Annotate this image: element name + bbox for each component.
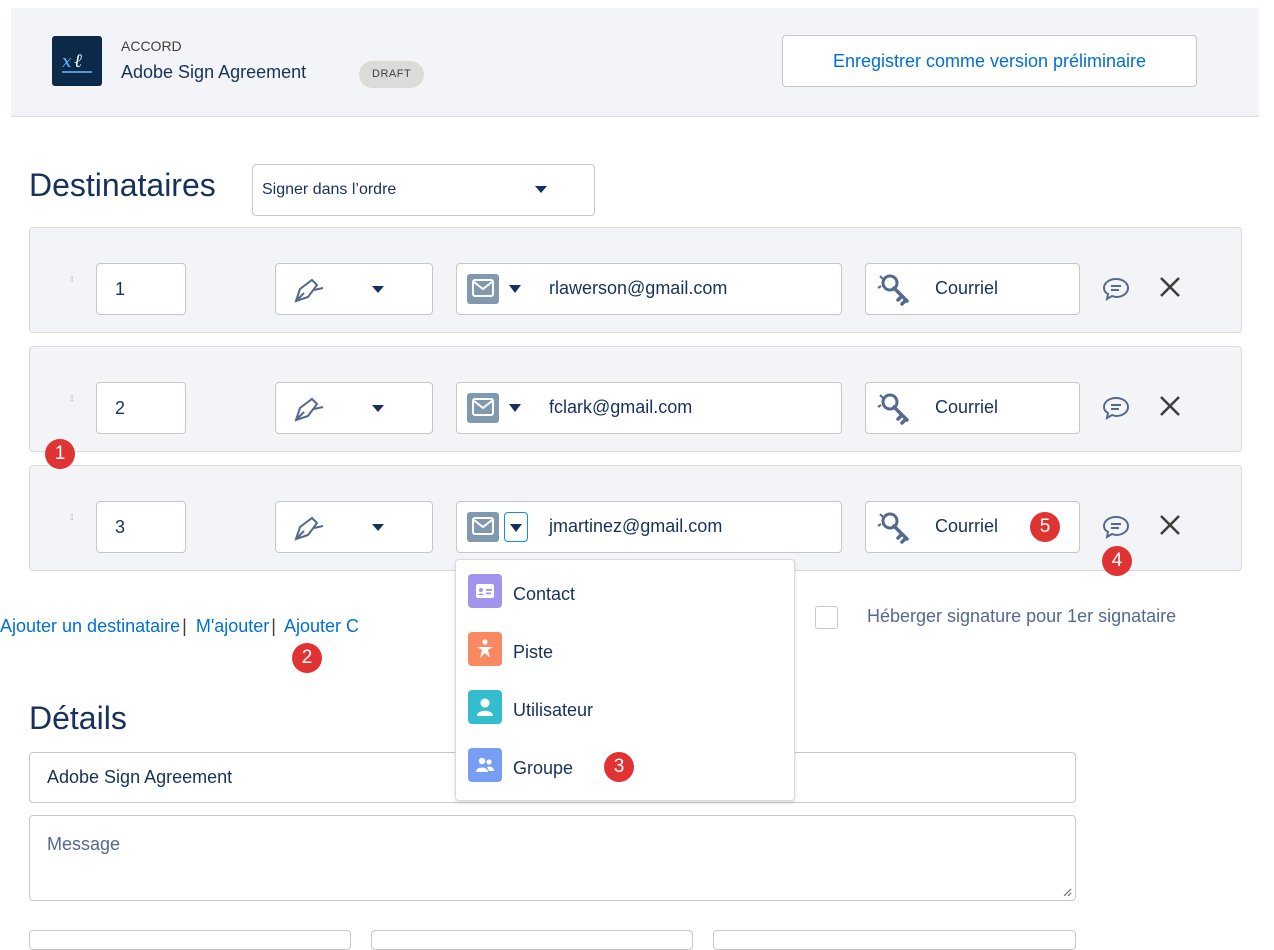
message-textarea[interactable]: Message (29, 815, 1076, 901)
signer-pen-icon (294, 516, 324, 541)
recipient-role-select[interactable] (275, 263, 433, 315)
recipient-email-field[interactable]: jmartinez@gmail.com (456, 501, 842, 553)
recipient-row: ⁞⁞ 2 fclark@gmail.com Courriel (29, 346, 1242, 452)
chevron-down-icon (535, 186, 547, 193)
menu-item-contact[interactable]: Contact (456, 564, 794, 620)
signing-order-value: Signer dans l’ordre (262, 181, 397, 198)
menu-item-lead[interactable]: Piste (456, 622, 794, 678)
lead-person-icon (468, 632, 502, 666)
status-badge: DRAFT (359, 61, 425, 88)
drag-handle-icon[interactable]: ⁞⁞ (70, 395, 74, 403)
recipient-order-input[interactable]: 2 (96, 382, 186, 434)
private-message-icon[interactable] (1102, 395, 1130, 421)
message-placeholder: Message (47, 834, 121, 854)
link-separator: | (182, 616, 187, 636)
caret-down-icon (510, 524, 522, 532)
recipient-actions: Ajouter un destinataire | M'ajouter | Ajou… (0, 616, 359, 637)
signing-order-select[interactable]: Signer dans l’ordre (252, 164, 595, 216)
recipient-email-field[interactable]: fclark@gmail.com (456, 382, 842, 434)
authentication-value: Courriel (935, 278, 999, 298)
callout-marker: 3 (604, 752, 634, 782)
group-icon (468, 748, 502, 782)
private-message-icon[interactable] (1102, 276, 1130, 302)
recipient-type-dropdown[interactable] (504, 393, 528, 423)
form-field[interactable] (713, 930, 1076, 950)
svg-text:ℓ: ℓ (74, 50, 82, 72)
recipient-row: ⁞⁞ 1 rlawerson@gmail.com Courriel (29, 227, 1242, 333)
callout-marker: 4 (1102, 546, 1132, 576)
menu-item-label: Contact (513, 584, 576, 604)
authentication-select[interactable]: Courriel (865, 382, 1080, 434)
drag-handle-icon[interactable]: ⁞⁞ (70, 514, 74, 522)
recipient-type-dropdown[interactable] (504, 512, 528, 542)
authentication-value: Courriel (935, 397, 999, 417)
menu-item-label: Piste (513, 642, 554, 662)
authentication-select[interactable]: Courriel (865, 263, 1080, 315)
caret-down-icon (509, 285, 521, 293)
user-icon (468, 690, 502, 724)
key-icon (877, 512, 909, 544)
contact-card-icon (468, 574, 502, 608)
remove-recipient-icon[interactable] (1157, 512, 1183, 538)
menu-item-user[interactable]: Utilisateur (456, 680, 794, 736)
adobe-sign-logo: x ℓ (52, 36, 102, 86)
recipient-email: rlawerson@gmail.com (549, 278, 728, 298)
caret-down-icon (509, 404, 521, 412)
resize-handle-icon[interactable] (1062, 887, 1072, 897)
private-message-icon[interactable] (1102, 514, 1130, 540)
save-draft-button[interactable]: Enregistrer comme version préliminaire (782, 35, 1197, 87)
callout-marker: 2 (292, 643, 322, 673)
recipient-order-input[interactable]: 3 (96, 501, 186, 553)
details-section-title: Détails (29, 700, 127, 737)
agreement-title: Adobe Sign Agreement (121, 62, 307, 82)
chevron-down-icon (372, 405, 384, 412)
authentication-value: Courriel (935, 516, 999, 536)
recipient-order-input[interactable]: 1 (96, 263, 186, 315)
recipient-role-select[interactable] (275, 382, 433, 434)
form-field[interactable] (29, 930, 351, 950)
signer-pen-icon (294, 397, 324, 422)
key-icon (877, 393, 909, 425)
menu-item-label: Groupe (513, 758, 574, 778)
object-type-label: ACCORD (121, 38, 182, 54)
form-field[interactable] (371, 930, 693, 950)
recipient-email: jmartinez@gmail.com (549, 516, 723, 536)
remove-recipient-icon[interactable] (1157, 274, 1183, 300)
recipients-section-title: Destinataires (29, 167, 216, 204)
remove-recipient-icon[interactable] (1157, 393, 1183, 419)
recipient-email: fclark@gmail.com (549, 397, 693, 417)
menu-item-label: Utilisateur (513, 700, 594, 720)
host-signature-checkbox[interactable] (815, 606, 838, 629)
signer-pen-icon (294, 278, 324, 303)
recipients-title: Destinataires (29, 167, 216, 203)
add-other-link[interactable]: Ajouter C (284, 616, 359, 636)
add-me-link[interactable]: M'ajouter (196, 616, 269, 636)
chevron-down-icon (372, 524, 384, 531)
callout-marker: 1 (45, 439, 75, 469)
recipient-email-field[interactable]: rlawerson@gmail.com (456, 263, 842, 315)
email-icon (467, 393, 499, 423)
chevron-down-icon (372, 286, 384, 293)
recipient-type-dropdown[interactable] (504, 274, 528, 304)
email-icon (467, 512, 499, 542)
email-icon (467, 274, 499, 304)
link-separator: | (271, 616, 276, 636)
drag-handle-icon[interactable]: ⁞⁞ (70, 276, 74, 284)
svg-text:x: x (62, 52, 72, 72)
details-title: Détails (29, 700, 127, 736)
recipient-role-select[interactable] (275, 501, 433, 553)
host-signature-label: Héberger signature pour 1er signataire (867, 606, 1177, 626)
recipient-row: ⁞⁞ 3 jmartinez@gmail.com Courriel (29, 465, 1242, 571)
callout-marker: 5 (1030, 512, 1060, 542)
add-recipient-link[interactable]: Ajouter un destinataire (0, 616, 180, 636)
key-icon (877, 274, 909, 306)
